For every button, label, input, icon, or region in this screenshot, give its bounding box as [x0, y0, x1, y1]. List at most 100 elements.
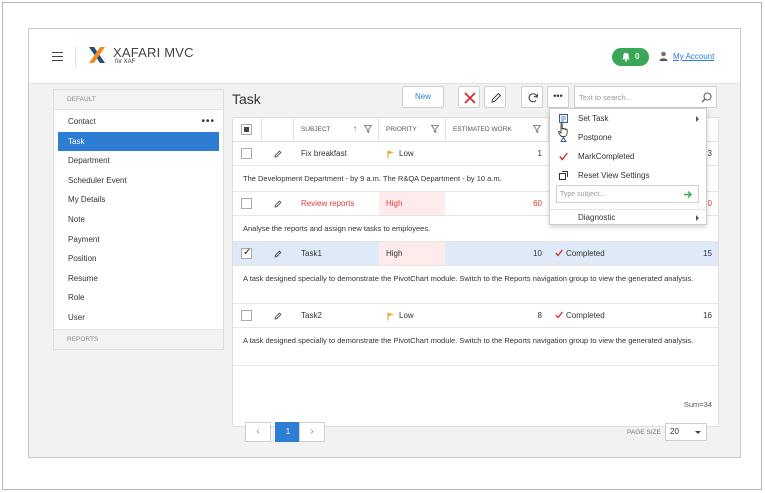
edit-row-icon[interactable] [274, 312, 282, 320]
nav-item-label: Resume [68, 273, 98, 283]
nav-group-reports[interactable]: REPORTS [54, 329, 223, 349]
nav-item-contact[interactable]: Contact ••• [54, 112, 223, 132]
search-box[interactable] [574, 86, 717, 108]
nav-item-label: Role [68, 293, 85, 303]
brand-subtitle: for XAF [115, 59, 136, 65]
user-icon [659, 51, 668, 61]
task-estimated-work: 10 [533, 249, 542, 258]
page-size-label: PAGE SIZE [627, 429, 661, 436]
col-divider [445, 118, 446, 142]
nav-item-note[interactable]: Note [54, 210, 223, 230]
select-all-checkbox[interactable] [241, 124, 252, 135]
subject-field[interactable] [556, 185, 699, 203]
search-input[interactable] [579, 91, 697, 104]
nav-item-label: Contact [68, 117, 96, 126]
filter-icon[interactable] [533, 125, 541, 133]
checkmark-icon [559, 152, 568, 161]
task-subject: Review reports [301, 199, 355, 208]
nav-item-label: Department [68, 156, 110, 166]
menu-item-set-task[interactable]: Set Task [550, 109, 706, 128]
completed-check-icon [555, 249, 563, 257]
task-status: Completed [566, 311, 605, 320]
brand-name: XAFARI MVC [113, 45, 194, 60]
col-divider [378, 118, 379, 142]
row-checkbox[interactable] [241, 310, 252, 321]
task-priority: High [386, 249, 403, 258]
menu-item-diagnostic[interactable]: Diagnostic [550, 210, 706, 225]
menu-item-label: MarkCompleted [578, 152, 635, 161]
nav-item-my-details[interactable]: My Details [54, 190, 223, 210]
row-checkbox[interactable] [241, 247, 252, 259]
edit-row-icon[interactable] [274, 250, 282, 258]
my-account-link[interactable]: My Account [673, 52, 714, 61]
refresh-button[interactable] [521, 86, 543, 108]
delete-icon [464, 92, 476, 104]
table-row[interactable]: Task2 Low 8 Completed 16 [233, 304, 718, 328]
task-subject: Fix breakfast [301, 149, 347, 158]
more-actions-button[interactable]: ••• [547, 86, 569, 108]
low-priority-flag-icon [387, 150, 394, 159]
row-preview: A task designed specially to demonstrate… [233, 328, 718, 366]
nav-item-user[interactable]: User [54, 308, 223, 328]
hand-cursor-icon [558, 123, 568, 137]
filter-icon[interactable] [364, 125, 372, 133]
nav-item-label: Note [68, 214, 85, 224]
page-1-button[interactable]: 1 [275, 422, 301, 442]
nav-item-label: My Details [68, 195, 106, 205]
menu-item-postpone[interactable]: Postpone [550, 128, 706, 147]
bell-icon [622, 52, 630, 62]
task-subject: Task1 [301, 249, 322, 258]
column-header-subject[interactable]: SUBJECT [301, 126, 331, 133]
menu-item-label: Postpone [578, 133, 612, 142]
menu-item-label: Diagnostic [578, 213, 616, 222]
edit-row-icon[interactable] [274, 150, 282, 158]
edit-row-icon[interactable] [274, 200, 282, 208]
page-size-value: 20 [670, 427, 679, 436]
row-preview: A task designed specially to demonstrate… [233, 266, 718, 304]
notification-count: 0 [635, 52, 640, 61]
nav-item-position[interactable]: Position [54, 249, 223, 269]
row-checkbox[interactable] [241, 148, 252, 159]
column-header-estimated-work[interactable]: ESTIMATED WORK [453, 126, 512, 133]
column-header-priority[interactable]: PRIORITY [386, 126, 417, 133]
search-icon[interactable] [701, 92, 712, 103]
delete-button[interactable] [458, 86, 480, 108]
nav-item-label: Payment [68, 234, 100, 244]
menu-item-mark-completed[interactable]: MarkCompleted [550, 147, 706, 166]
page-size-select[interactable]: 20 [665, 423, 707, 441]
nav-item-department[interactable]: Department [54, 151, 223, 171]
nav-item-label: User [68, 312, 85, 322]
page-title: Task [232, 91, 261, 107]
hamburger-menu-icon[interactable] [52, 52, 63, 61]
nav-group-default[interactable]: DEFAULT [54, 90, 223, 110]
next-page-button[interactable]: › [299, 422, 325, 442]
notifications-button[interactable]: 0 [612, 48, 649, 66]
nav-item-resume[interactable]: Resume [54, 269, 223, 289]
more-options-icon[interactable]: ••• [201, 112, 215, 132]
nav-item-scheduler-event[interactable]: Scheduler Event [54, 171, 223, 191]
nav-item-payment[interactable]: Payment [54, 230, 223, 250]
row-checkbox[interactable] [241, 198, 252, 209]
col-divider [293, 118, 294, 142]
subject-input[interactable] [560, 189, 678, 200]
task-status: Completed [566, 249, 605, 258]
nav-item-label: Scheduler Event [68, 175, 127, 185]
submenu-arrow-icon [696, 215, 699, 221]
edit-button[interactable] [484, 86, 506, 108]
apply-arrow-icon[interactable] [683, 189, 694, 200]
table-row[interactable]: Task1 High 10 Completed 15 [233, 242, 718, 266]
sort-ascending-icon[interactable]: ↑ [353, 124, 357, 133]
prev-page-button[interactable]: ‹ [245, 422, 271, 442]
nav-item-task[interactable]: Task [58, 131, 219, 152]
nav-item-role[interactable]: Role [54, 288, 223, 308]
task-priority: Low [399, 149, 414, 158]
xafari-logo-icon [89, 47, 105, 63]
menu-item-reset-view-settings[interactable]: Reset View Settings [550, 166, 706, 185]
nav-item-label: Task [68, 136, 85, 146]
new-button[interactable]: New [402, 86, 444, 108]
window-frame: XAFARI MVC for XAF 0 My Account DEFAULT … [2, 2, 762, 490]
submenu-arrow-icon [696, 116, 699, 122]
more-actions-menu: Set Task Postpone MarkCompleted Reset Vi… [549, 108, 707, 225]
filter-icon[interactable] [431, 125, 439, 133]
col-divider [261, 118, 262, 142]
